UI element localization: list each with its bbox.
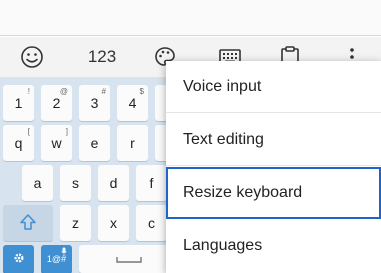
menu-item-languages[interactable]: Languages xyxy=(166,220,381,272)
key-label: d xyxy=(109,175,118,191)
key-sup-label: # xyxy=(101,87,106,96)
key-sup-label: @ xyxy=(59,87,68,96)
keyboard-options-menu: Voice input Text editing Resize keyboard… xyxy=(166,61,381,273)
keyboard-screen: 1 2 3 1 ! 2 @ 3 # 4 $ q [w] e r a s d f … xyxy=(0,0,381,273)
key[interactable]: q [ xyxy=(3,125,34,161)
key-label: c xyxy=(148,215,155,231)
key-label: r xyxy=(130,135,135,151)
key-sup-label: ! xyxy=(27,87,30,96)
key[interactable]: f xyxy=(136,165,167,201)
space-key[interactable] xyxy=(79,245,179,273)
key-label: 2 xyxy=(52,95,61,111)
numbers-button[interactable]: 123 xyxy=(82,37,122,77)
key-sup-label: ] xyxy=(65,127,68,136)
key-label: 4 xyxy=(128,95,137,111)
key-label: z xyxy=(72,215,79,231)
key[interactable]: d xyxy=(98,165,129,201)
key[interactable]: z xyxy=(60,205,91,241)
mic-icon xyxy=(61,247,67,258)
key-label: w xyxy=(51,135,62,151)
key[interactable]: w ] xyxy=(41,125,72,161)
smiley-face-icon[interactable] xyxy=(18,37,46,77)
key-label: x xyxy=(110,215,117,231)
shift-arrow-icon xyxy=(19,213,37,234)
menu-item-label: Resize keyboard xyxy=(183,183,303,201)
key[interactable]: 1 ! xyxy=(3,85,34,121)
menu-item-resize-keyboard[interactable]: Resize keyboard xyxy=(166,167,381,219)
key[interactable]: x xyxy=(98,205,129,241)
key-label: f xyxy=(149,175,154,191)
menu-item-voice-input[interactable]: Voice input xyxy=(166,61,381,113)
text-input-area[interactable] xyxy=(0,0,381,36)
key[interactable]: a xyxy=(22,165,53,201)
key-label: s xyxy=(72,175,79,191)
key-label: q xyxy=(14,135,23,151)
key[interactable]: r xyxy=(117,125,148,161)
key-label: e xyxy=(90,135,99,151)
key-label: 3 xyxy=(90,95,99,111)
menu-item-label: Voice input xyxy=(183,77,262,95)
key[interactable]: 3 # xyxy=(79,85,110,121)
space-bar-icon xyxy=(116,251,142,267)
key-sup-label: [ xyxy=(27,127,30,136)
shift-key[interactable] xyxy=(3,205,53,241)
key-sup-label: $ xyxy=(139,87,144,96)
menu-item-text-editing[interactable]: Text editing xyxy=(166,114,381,166)
gear-icon xyxy=(13,251,25,267)
symbols-key[interactable]: 1@# xyxy=(41,245,72,273)
key[interactable]: c xyxy=(136,205,167,241)
key[interactable]: 2 @ xyxy=(41,85,72,121)
key-label: 1 xyxy=(14,95,23,111)
key[interactable]: e xyxy=(79,125,110,161)
key-label: a xyxy=(33,175,42,191)
key[interactable]: 4 $ xyxy=(117,85,148,121)
menu-item-label: Languages xyxy=(183,237,263,254)
menu-item-label: Text editing xyxy=(183,130,264,148)
settings-key[interactable] xyxy=(3,245,34,273)
key[interactable]: s xyxy=(60,165,91,201)
